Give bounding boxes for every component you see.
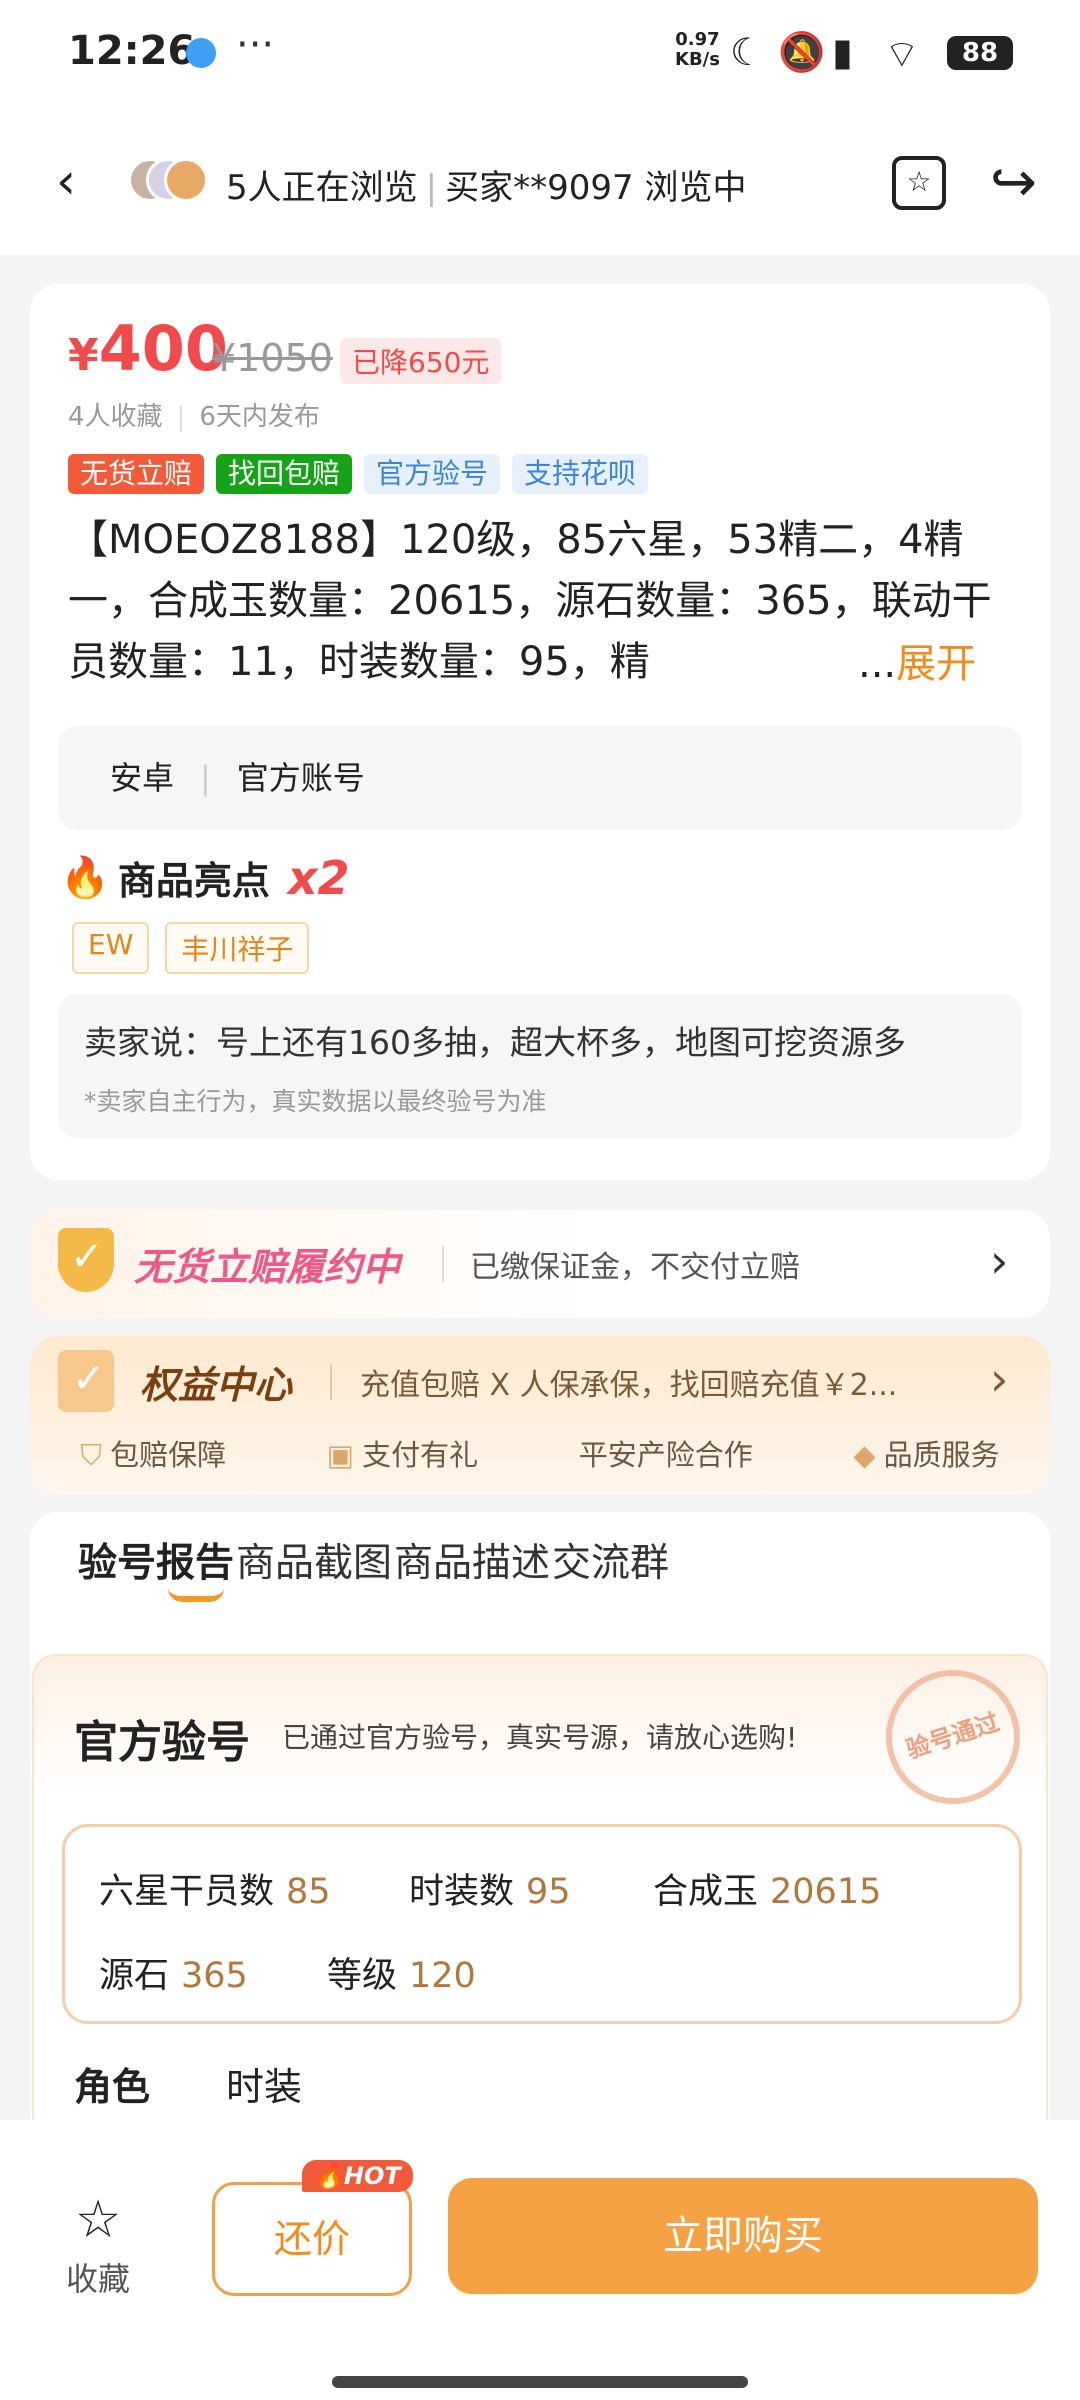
tab-group[interactable]: 交流群: [552, 1532, 669, 1588]
account-type: 官方账号: [236, 759, 365, 797]
battery-indicator: 88: [947, 36, 1013, 70]
highlight-tag: EW: [72, 922, 150, 974]
roles-row: 角色 时装: [74, 2056, 302, 2111]
moon-icon: ☾: [730, 30, 765, 74]
product-meta: 4人收藏 | 6天内发布: [68, 402, 320, 432]
active-tab-indicator: [168, 1588, 224, 1602]
rights-item[interactable]: ⛉ 包赔保障: [80, 1432, 226, 1474]
star-icon: ☆: [74, 2190, 122, 2250]
tab-description[interactable]: 商品描述: [394, 1532, 550, 1588]
report-subtitle: 已通过官方验号，真实号源，请放心选购!: [282, 1721, 798, 1754]
app-notification-icon: [186, 38, 216, 68]
platform: 安卓: [110, 759, 175, 797]
mute-icon: 🔕: [778, 30, 826, 74]
rights-item[interactable]: 平安产险合作: [579, 1432, 753, 1474]
bottom-action-bar: ☆ 收藏 还价 🔥HOT 立即购买: [0, 2120, 1080, 2400]
official-verify-card: 官方验号 已通过官方验号，真实号源，请放心选购! 验号通过 六星干员数 85 时装…: [32, 1652, 1048, 2124]
rights-center[interactable]: 权益中心 充值包赔 X 人保承保，找回赔充值￥2... › ⛉包赔保障 ▣支付有…: [30, 1336, 1050, 1494]
guarantee-title: 无货立赔履约中: [134, 1245, 401, 1289]
gift-icon: ▣: [326, 1438, 355, 1472]
guarantee-banner[interactable]: 无货立赔履约中 已缴保证金，不交付立赔 ›: [30, 1210, 1050, 1318]
highlight-count: x2: [287, 850, 350, 905]
highlight-tag: 丰川祥子: [165, 922, 310, 974]
report-section: 官方验号 已通过官方验号，真实号源，请放心选购! 验号通过 六星干员数 85 时装…: [30, 1636, 1050, 2124]
collect-label: 收藏: [65, 2260, 130, 2298]
stat-six-star: 六星干员数 85: [99, 1872, 331, 1912]
platform-info: 安卓 | 官方账号: [58, 726, 1022, 830]
stat-orundum: 合成玉 20615: [653, 1872, 882, 1912]
service-tags: 无货立赔 找回包赔 官方验号 支持花呗: [68, 454, 649, 494]
chevron-right-icon: ›: [990, 1234, 1009, 1288]
clock: 12:26: [68, 28, 196, 74]
diamond-icon: ◆: [853, 1438, 876, 1472]
wifi-icon: ⌔: [884, 32, 920, 76]
verified-stamp: 验号通过: [868, 1652, 1038, 1822]
tag-no-stock-compensation[interactable]: 无货立赔: [68, 454, 205, 494]
back-icon[interactable]: ‹: [56, 152, 76, 210]
viewer-count: 5人正在浏览: [226, 168, 418, 208]
stat-originite: 源石 365: [99, 1956, 248, 1996]
signal-icon: ▮: [832, 30, 853, 74]
favorite-star-icon[interactable]: ☆: [892, 156, 946, 210]
highlights-header: 🔥 商品亮点 x2: [60, 850, 350, 905]
more-notifications-icon: ···: [236, 22, 275, 68]
seller-says: 卖家说：号上还有160多抽，超大杯多，地图可挖资源多 *卖家自主行为，真实数据以…: [58, 994, 1022, 1138]
status-bar: 12:26 ··· 0.97 KB/s ☾ 🔕 ▮ ⌔ 88: [0, 0, 1080, 110]
tag-official-verify[interactable]: 官方验号: [364, 454, 501, 494]
network-speed: 0.97 KB/s: [675, 29, 720, 70]
rights-badge-icon: [58, 1350, 114, 1412]
price-drop-badge: 已降650元: [340, 338, 502, 384]
stats-box: 六星干员数 85 时装数 95 合成玉 20615 源石 365 等级 120: [62, 1824, 1022, 2024]
report-title: 官方验号: [74, 1717, 250, 1768]
tag-huabei[interactable]: 支持花呗: [512, 454, 649, 494]
rights-item[interactable]: ▣ 支付有礼: [327, 1432, 478, 1474]
viewer-avatars: [128, 158, 208, 208]
shield-check-icon: [58, 1228, 114, 1292]
seller-disclaimer: *卖家自主行为，真实数据以最终验号为准: [84, 1087, 547, 1116]
hot-badge: 🔥HOT: [302, 2160, 413, 2192]
avatar: [164, 158, 208, 202]
rights-items: ⛉ 包赔保障 ▣ 支付有礼 平安产险合作 ◆ 品质服务: [30, 1432, 1050, 1474]
tag-recovery-guarantee[interactable]: 找回包赔: [216, 454, 353, 494]
original-price: ¥1050: [212, 336, 333, 380]
rights-item[interactable]: ◆ 品质服务: [853, 1432, 999, 1474]
rights-title: 权益中心: [140, 1363, 293, 1407]
top-nav: ‹ 5人正在浏览 | 买家**9097 浏览中 ☆ ↪: [0, 110, 1080, 255]
product-card: ¥400 ¥1050 已降650元 4人收藏 | 6天内发布 无货立赔 找回包赔 官…: [30, 284, 1050, 1180]
browsing-info: 5人正在浏览 | 买家**9097 浏览中: [226, 168, 747, 208]
fire-icon: 🔥: [60, 855, 110, 901]
buyer-browsing: 买家**9097 浏览中: [445, 168, 747, 208]
expand-description[interactable]: ...展开: [848, 634, 977, 695]
home-indicator[interactable]: [332, 2376, 748, 2388]
guarantee-subtitle: 已缴保证金，不交付立赔: [470, 1250, 800, 1285]
highlight-tags: EW 丰川祥子: [72, 922, 310, 974]
stat-skins: 时装数 95: [409, 1872, 571, 1912]
fire-icon: 🔥: [314, 2162, 344, 2190]
share-icon[interactable]: ↪: [990, 150, 1037, 215]
chevron-right-icon: ›: [990, 1352, 1009, 1406]
seller-message: 卖家说：号上还有160多抽，超大杯多，地图可挖资源多: [84, 1023, 906, 1062]
stat-level: 等级 120: [327, 1956, 476, 1996]
collect-button[interactable]: ☆ 收藏: [62, 2192, 134, 2300]
current-price: ¥400: [68, 312, 229, 385]
buy-now-button[interactable]: 立即购买: [448, 2178, 1038, 2294]
tab-screenshots[interactable]: 商品截图: [236, 1532, 392, 1588]
tab-report[interactable]: 验号报告: [78, 1532, 234, 1588]
rights-subtitle: 充值包赔 X 人保承保，找回赔充值￥2...: [360, 1368, 898, 1403]
detail-tabs: 验号报告 商品截图 商品描述 交流群: [30, 1512, 1050, 1636]
bargain-button[interactable]: 还价: [212, 2182, 412, 2296]
tab-skins[interactable]: 时装: [226, 2065, 302, 2109]
tab-roles[interactable]: 角色: [74, 2065, 150, 2109]
shield-icon: ⛉: [80, 1438, 103, 1472]
